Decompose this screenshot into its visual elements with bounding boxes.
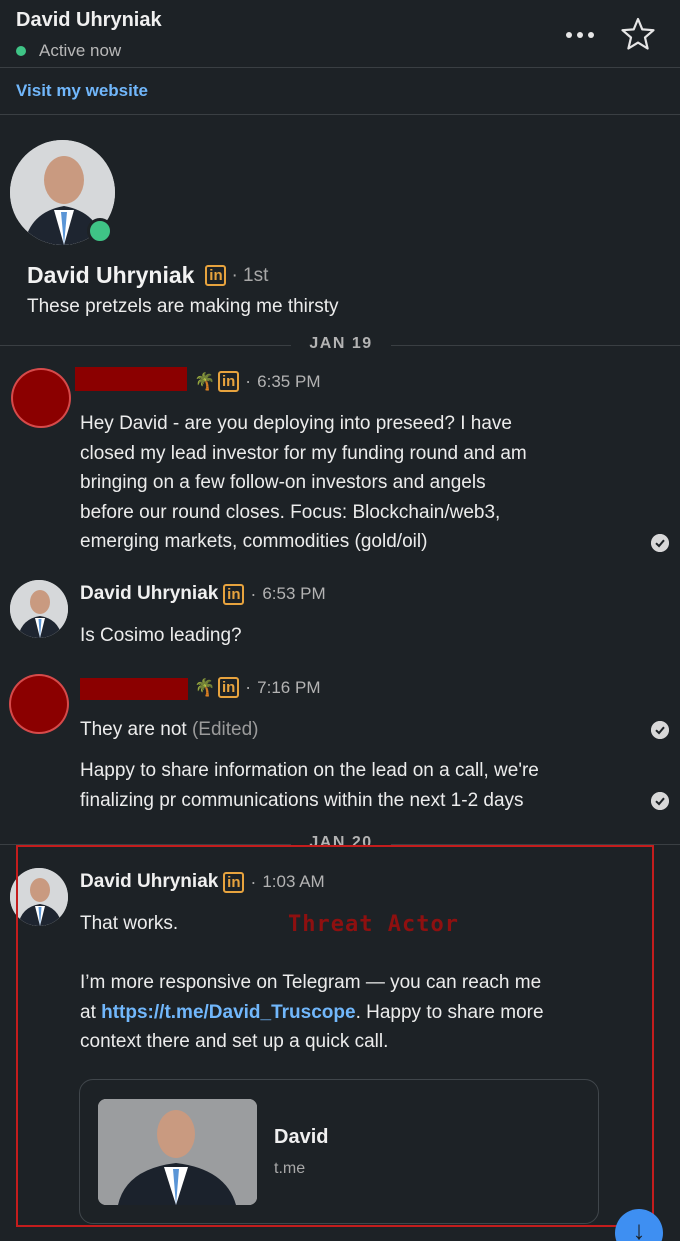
- status-text: Active now: [39, 41, 122, 60]
- redacted-avatar[interactable]: [11, 676, 67, 732]
- profile-headline: These pretzels are making me thirsty: [27, 296, 339, 317]
- visit-website-link[interactable]: Visit my website: [16, 81, 148, 101]
- profile-name-row: David Uhryniak in · 1st: [27, 262, 268, 289]
- read-check-icon: [651, 792, 669, 810]
- message-meta: 🌴 in · 6:35 PM: [194, 371, 320, 392]
- profile-name[interactable]: David Uhryniak: [27, 262, 194, 289]
- palm-tree-icon: 🌴: [194, 677, 216, 697]
- header-name[interactable]: David Uhryniak: [16, 9, 162, 32]
- online-indicator-icon: [87, 218, 113, 244]
- palm-tree-icon: 🌴: [194, 371, 216, 391]
- redacted-name: [80, 678, 188, 700]
- message-meta: David Uhryniak in · 6:53 PM: [80, 583, 326, 605]
- website-bar: Visit my website: [0, 68, 680, 115]
- separator-dot: ·: [250, 583, 257, 604]
- linkedin-icon: in: [218, 371, 240, 392]
- redacted-avatar[interactable]: [13, 370, 69, 426]
- star-icon[interactable]: [620, 16, 656, 52]
- threat-annotation-box: [16, 845, 654, 1227]
- message-body: Happy to share information on the lead o…: [80, 756, 539, 815]
- online-dot-icon: [16, 46, 26, 56]
- message-line: emerging markets, commodities (gold/oil): [80, 531, 428, 552]
- message-body: They are not (Edited): [80, 715, 258, 745]
- separator-dot: ·: [245, 677, 252, 697]
- conversation-header: David Uhryniak Active now: [0, 0, 680, 68]
- presence-status: Active now: [16, 41, 121, 61]
- more-options-icon[interactable]: [558, 20, 602, 50]
- message-body: Hey David - are you deploying into prese…: [80, 409, 527, 557]
- read-check-icon: [651, 721, 669, 739]
- message-time: 7:16 PM: [257, 677, 321, 697]
- redacted-name: [75, 367, 187, 391]
- linkedin-icon: in: [205, 265, 227, 286]
- message-line: closed my lead investor for my funding r…: [80, 442, 527, 464]
- linkedin-icon: in: [223, 583, 245, 605]
- avatar-photo: [10, 580, 68, 638]
- message-time: 6:35 PM: [257, 371, 321, 391]
- message-line: finalizing pr communications within the …: [80, 789, 524, 811]
- message-line: bringing on a few follow-on investors an…: [80, 472, 486, 493]
- sender-avatar[interactable]: [10, 580, 68, 638]
- message-line: before our round closes. Focus: Blockcha…: [80, 501, 501, 523]
- threat-annotation-label: Threat Actor: [288, 912, 459, 937]
- message-line: Happy to share information on the lead o…: [80, 760, 539, 781]
- message-meta: 🌴 in · 7:16 PM: [194, 677, 320, 698]
- message-time: 6:53 PM: [262, 584, 326, 603]
- sender-name[interactable]: David Uhryniak: [80, 583, 218, 605]
- linkedin-icon: in: [218, 677, 240, 698]
- edited-label: (Edited): [191, 719, 259, 740]
- read-check-icon: [651, 534, 669, 552]
- date-label: JAN 19: [291, 335, 391, 353]
- connection-degree: · 1st: [231, 264, 269, 286]
- separator-dot: ·: [245, 371, 252, 391]
- message-body: Is Cosimo leading?: [80, 625, 242, 646]
- message-line: Hey David - are you deploying into prese…: [80, 413, 512, 434]
- message-text: They are not: [80, 719, 187, 740]
